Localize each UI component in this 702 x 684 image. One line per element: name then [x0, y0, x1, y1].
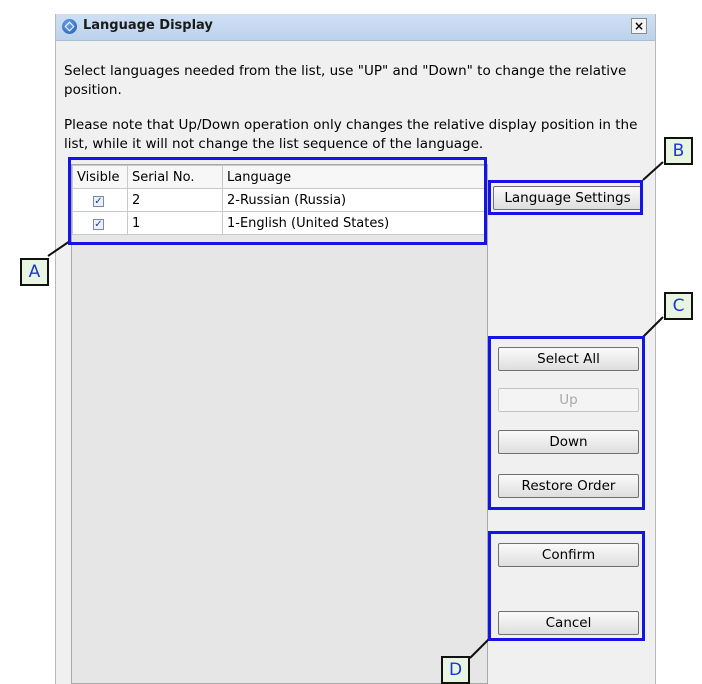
callout-b: B [664, 137, 693, 165]
callout-a: A [20, 258, 49, 286]
callout-connectors [47, 161, 664, 659]
connector-d [469, 637, 491, 659]
connector-c [642, 316, 664, 338]
connector-b [642, 161, 664, 181]
callout-d: D [441, 656, 470, 684]
connector-a [47, 240, 71, 257]
callout-c: C [664, 292, 693, 320]
